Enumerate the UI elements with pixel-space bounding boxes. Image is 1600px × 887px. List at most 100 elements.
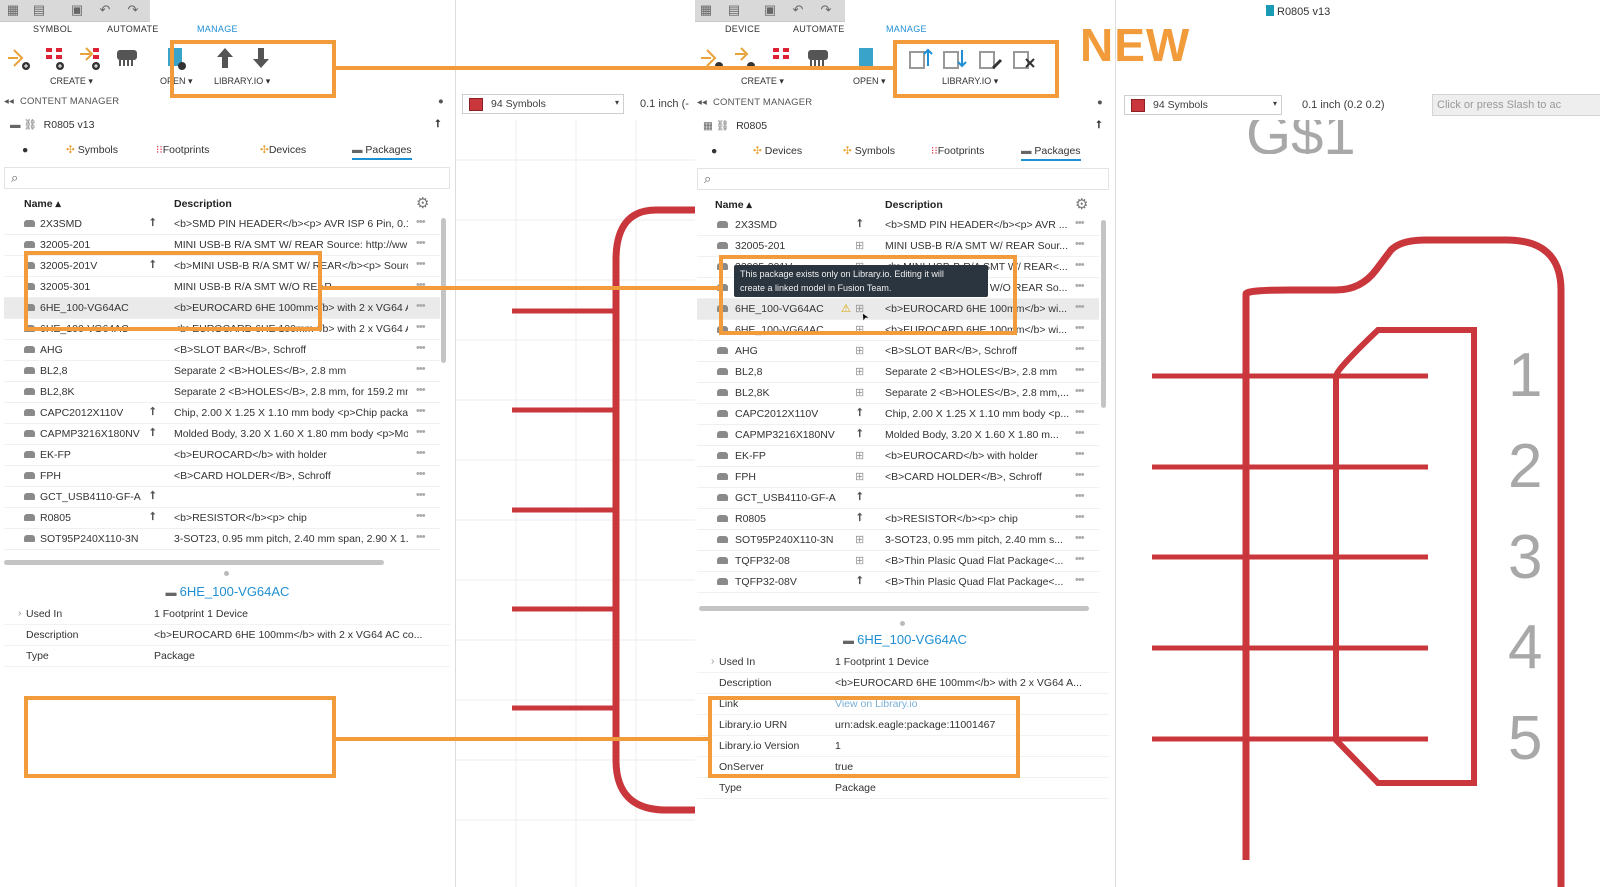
more-options-icon[interactable]: ••• — [416, 237, 426, 249]
upload-status-icon[interactable]: ⭡ — [857, 491, 862, 504]
more-options-icon[interactable]: ••• — [1075, 553, 1085, 565]
divider-handle[interactable] — [224, 571, 229, 576]
more-options-icon[interactable]: ••• — [416, 342, 426, 354]
upload-status-icon[interactable]: ⭡ — [857, 407, 862, 420]
collapse-icon[interactable]: ◂◂ — [4, 96, 14, 107]
more-options-icon[interactable]: ••• — [416, 300, 426, 312]
expand-chevron-icon[interactable]: › — [711, 655, 715, 667]
tab-packages[interactable]: ▬ Packages — [352, 144, 412, 160]
more-options-icon[interactable]: ••• — [1075, 280, 1085, 292]
upload-status-icon[interactable]: ⭡ — [150, 490, 155, 503]
library-io-status-icon[interactable]: ⊞ — [855, 554, 864, 567]
create-group-label[interactable]: CREATE ▾ — [50, 76, 93, 87]
more-options-icon[interactable]: ••• — [1075, 343, 1085, 355]
table-row[interactable]: AHG <B>SLOT BAR</B>, Schroff ••• — [4, 340, 440, 361]
column-name[interactable]: Name ▴ — [24, 198, 61, 210]
more-options-icon[interactable]: ••• — [1075, 217, 1085, 229]
info-icon[interactable]: ● — [22, 144, 28, 156]
more-options-icon[interactable]: ••• — [1075, 490, 1085, 502]
new-device-icon[interactable] — [78, 44, 104, 72]
more-options-icon[interactable]: ••• — [1075, 259, 1085, 271]
table-row[interactable]: CAPMP3216X180NV ⭡ Molded Body, 3.20 X 1.60… — [697, 425, 1099, 446]
more-options-icon[interactable]: ••• — [1075, 406, 1085, 418]
more-options-icon[interactable]: ••• — [416, 489, 426, 501]
table-row[interactable]: R0805 ⭡ <b>RESISTOR</b><p> chip ••• — [697, 509, 1099, 530]
panel-toggle-icon[interactable]: ● — [1097, 97, 1103, 108]
gear-icon[interactable]: ⚙ — [416, 194, 429, 212]
column-description[interactable]: Description — [885, 199, 943, 211]
table-row[interactable]: EK-FP <b>EUROCARD</b> with holder ••• — [4, 445, 440, 466]
table-row[interactable]: SOT95P240X110-3N 3-SOT23, 0.95 mm pitch, … — [4, 529, 440, 550]
tab-manage[interactable]: MANAGE — [197, 24, 238, 34]
more-options-icon[interactable]: ••• — [1075, 322, 1085, 334]
table-row[interactable]: FPH <B>CARD HOLDER</B>, Schroff ••• — [4, 466, 440, 487]
tab-automate[interactable]: AUTOMATE — [793, 24, 845, 34]
new-footprint-icon[interactable] — [42, 44, 68, 72]
more-options-icon[interactable]: ••• — [416, 363, 426, 375]
more-options-icon[interactable]: ••• — [416, 258, 426, 270]
tab-automate[interactable]: AUTOMATE — [107, 24, 159, 34]
more-options-icon[interactable]: ••• — [416, 216, 426, 228]
undo-icon[interactable]: ↶ — [98, 3, 112, 17]
column-description[interactable]: Description — [174, 198, 232, 210]
library-io-status-icon[interactable]: ⊞ — [855, 365, 864, 378]
undo-icon[interactable]: ↶ — [791, 3, 805, 17]
upload-status-icon[interactable]: ⭡ — [150, 217, 155, 230]
upload-status-icon[interactable]: ⭡ — [150, 427, 155, 440]
table-row[interactable]: AHG ⊞ <B>SLOT BAR</B>, Schroff ••• — [697, 341, 1099, 362]
upload-status-icon[interactable]: ⭡ — [150, 406, 155, 419]
table-row[interactable]: GCT_USB4110-GF-A ⭡ ••• — [4, 487, 440, 508]
more-options-icon[interactable]: ••• — [416, 531, 426, 543]
more-options-icon[interactable]: ••• — [416, 405, 426, 417]
more-options-icon[interactable]: ••• — [1075, 427, 1085, 439]
table-row[interactable]: FPH ⊞ <B>CARD HOLDER</B>, Schroff ••• — [697, 467, 1099, 488]
table-row[interactable]: BL2,8 ⊞ Separate 2 <B>HOLES</B>, 2.8 mm ••• — [697, 362, 1099, 383]
grid-menu-icon[interactable]: ▦ — [699, 3, 713, 17]
more-options-icon[interactable]: ••• — [416, 384, 426, 396]
upload-status-icon[interactable]: ⭡ — [857, 218, 862, 231]
table-row[interactable]: R0805 ⭡ <b>RESISTOR</b><p> chip ••• — [4, 508, 440, 529]
more-options-icon[interactable]: ••• — [416, 447, 426, 459]
more-options-icon[interactable]: ••• — [1075, 532, 1085, 544]
more-options-icon[interactable]: ••• — [1075, 448, 1085, 460]
new-package-icon[interactable] — [114, 44, 140, 72]
table-row[interactable]: CAPC2012X110V ⭡ Chip, 2.00 X 1.25 X 1.10 m… — [697, 404, 1099, 425]
table-row[interactable]: CAPC2012X110V ⭡ Chip, 2.00 X 1.25 X 1.10 m… — [4, 403, 440, 424]
info-icon[interactable]: ● — [711, 145, 717, 157]
table-h-scrollbar[interactable] — [4, 560, 384, 565]
more-options-icon[interactable]: ••• — [1075, 385, 1085, 397]
more-options-icon[interactable]: ••• — [1075, 301, 1085, 313]
tab-device[interactable]: DEVICE — [725, 24, 760, 34]
tab-packages[interactable]: ▬ Packages — [1021, 145, 1081, 161]
upload-status-icon[interactable]: ⭡ — [857, 428, 862, 441]
more-options-icon[interactable]: ••• — [1075, 469, 1085, 481]
more-options-icon[interactable]: ••• — [1075, 238, 1085, 250]
divider-handle[interactable] — [900, 621, 905, 626]
tab-manage[interactable]: MANAGE — [886, 24, 927, 34]
new-symbol-icon[interactable] — [6, 44, 32, 72]
table-row[interactable]: BL2,8K ⊞ Separate 2 <B>HOLES</B>, 2.8 mm,.… — [697, 383, 1099, 404]
table-row[interactable]: BL2,8 Separate 2 <B>HOLES</B>, 2.8 mm ••• — [4, 361, 440, 382]
table-scrollbar[interactable] — [1101, 220, 1106, 408]
tab-symbols[interactable]: ✣ Symbols — [843, 145, 895, 157]
open-group-label[interactable]: OPEN ▾ — [853, 76, 886, 87]
save-icon[interactable]: ▣ — [70, 3, 84, 17]
table-row[interactable]: SOT95P240X110-3N ⊞ 3-SOT23, 0.95 mm pitch,… — [697, 530, 1099, 551]
tab-devices[interactable]: ✣ Devices — [753, 145, 802, 157]
more-options-icon[interactable]: ••• — [416, 468, 426, 480]
table-row[interactable]: CAPMP3216X180NV ⭡ Molded Body, 3.20 X 1.60… — [4, 424, 440, 445]
search-input[interactable]: ⌕ — [697, 168, 1109, 190]
table-row[interactable]: EK-FP ⊞ <b>EUROCARD</b> with holder ••• — [697, 446, 1099, 467]
tab-devices[interactable]: ✣Devices — [260, 144, 306, 156]
create-group-label[interactable]: CREATE ▾ — [741, 76, 784, 87]
tab-symbols[interactable]: ✣ Symbols — [66, 144, 118, 156]
publish-icon[interactable]: ⭡ — [435, 118, 440, 131]
library-io-status-icon[interactable]: ⊞ — [855, 533, 864, 546]
upload-status-icon[interactable]: ⭡ — [857, 512, 862, 525]
column-name[interactable]: Name ▴ — [715, 199, 752, 211]
more-options-icon[interactable]: ••• — [1075, 364, 1085, 376]
table-scrollbar[interactable] — [441, 218, 446, 363]
tab-footprints[interactable]: ⁝⁝Footprints — [931, 145, 984, 157]
library-io-status-icon[interactable]: ⊞ — [855, 386, 864, 399]
tab-symbol[interactable]: SYMBOL — [33, 24, 72, 34]
